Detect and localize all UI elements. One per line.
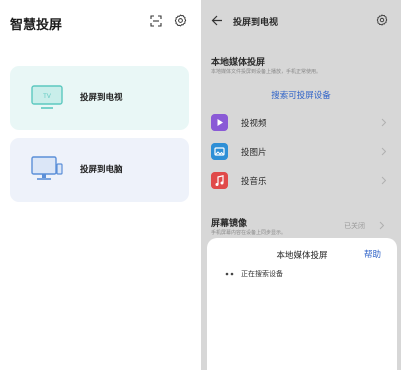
video-icon xyxy=(211,114,228,131)
local-media-description: 本地媒体文件投屏到设备上播放，手机正常使用。 xyxy=(211,69,322,75)
svg-text:TV: TV xyxy=(43,94,51,100)
music-icon xyxy=(211,172,228,189)
cast-music-label: 投音乐 xyxy=(241,176,267,186)
loading-dots-icon xyxy=(225,272,234,276)
gear-icon[interactable] xyxy=(376,14,388,26)
tv-icon: TV xyxy=(31,85,63,109)
right-screen: 投屏到电视 本地媒体投屏 本地媒体文件投屏到设备上播放，手机正常使用。 搜索可投… xyxy=(201,0,401,370)
cast-image-item[interactable]: 投图片 xyxy=(211,141,391,163)
cast-music-item[interactable]: 投音乐 xyxy=(211,170,391,192)
page-title: 智慧投屏 xyxy=(10,17,63,32)
chevron-right-icon xyxy=(381,118,387,127)
screen-title: 投屏到电视 xyxy=(233,17,279,27)
cast-to-tv-label: 投屏到电视 xyxy=(80,92,123,102)
chevron-right-icon xyxy=(381,147,387,156)
help-button[interactable]: 帮助 xyxy=(364,248,381,260)
scan-icon[interactable] xyxy=(150,15,162,27)
cast-to-tv-card[interactable]: TV 投屏到电视 xyxy=(10,66,189,130)
search-devices-link[interactable]: 搜索可投屏设备 xyxy=(201,89,401,101)
gear-icon[interactable] xyxy=(174,14,187,27)
screen-mirror-status: 已关闭 xyxy=(344,223,365,230)
cast-to-computer-label: 投屏到电脑 xyxy=(80,164,123,174)
searching-status: 正在搜索设备 xyxy=(241,271,283,278)
cast-video-label: 投视频 xyxy=(241,118,267,128)
screen-mirror-description: 手机屏幕内容在设备上同步显示。 xyxy=(211,230,287,236)
left-screen: 智慧投屏 TV 投屏到电视 投屏到电脑 xyxy=(0,0,200,370)
chevron-right-icon[interactable] xyxy=(379,221,385,230)
cast-video-item[interactable]: 投视频 xyxy=(211,112,391,134)
searching-bottom-sheet: 本地媒体投屏 帮助 正在搜索设备 xyxy=(207,238,397,370)
local-media-title: 本地媒体投屏 xyxy=(211,57,266,67)
computer-icon xyxy=(31,156,63,180)
back-arrow-icon[interactable] xyxy=(211,15,223,26)
cast-to-computer-card[interactable]: 投屏到电脑 xyxy=(10,138,189,202)
chevron-right-icon xyxy=(381,176,387,185)
screen-mirror-title[interactable]: 屏幕镜像 xyxy=(211,216,247,229)
cast-image-label: 投图片 xyxy=(241,147,267,157)
image-icon xyxy=(211,143,228,160)
